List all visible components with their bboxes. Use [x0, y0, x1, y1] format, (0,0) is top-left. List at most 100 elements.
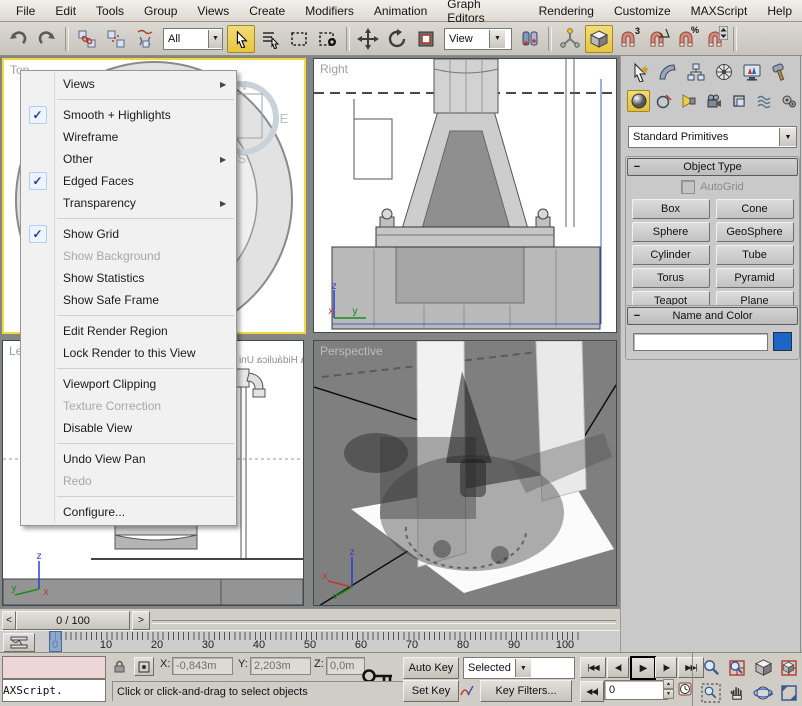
next-frame-button[interactable]: |▶: [655, 657, 677, 678]
maxscript-macro-recorder[interactable]: [2, 656, 106, 679]
time-slider-right-button[interactable]: >: [132, 611, 150, 630]
category-shapes-button[interactable]: [652, 90, 675, 112]
menu-item-edit-render-region[interactable]: Edit Render Region: [21, 320, 236, 342]
menu-item-undo-view-pan[interactable]: Undo View Pan: [21, 448, 236, 470]
use-pivot-point-center-button[interactable]: [516, 25, 544, 53]
select-and-move-button[interactable]: [354, 25, 382, 53]
cone-button[interactable]: Cone: [716, 199, 794, 219]
menu-item-configure[interactable]: Configure...: [21, 501, 236, 523]
category-geometry-button[interactable]: [627, 90, 650, 112]
selection-lock-toggle[interactable]: [112, 659, 127, 674]
menu-item-lock-render[interactable]: Lock Render to this View: [21, 342, 236, 364]
select-and-link-button[interactable]: [73, 25, 101, 53]
name-color-rollout-header[interactable]: − Name and Color: [627, 307, 798, 325]
primitive-category-dropdown[interactable]: Standard Primitives ▼: [628, 126, 797, 148]
sphere-button[interactable]: Sphere: [632, 222, 710, 242]
object-type-rollout-header[interactable]: − Object Type: [627, 158, 798, 176]
bind-to-space-warp-button[interactable]: [131, 25, 159, 53]
key-mode-toggle-button[interactable]: ◀◀|: [580, 681, 604, 702]
viewport-perspective[interactable]: Perspective z x y: [313, 340, 617, 606]
track-bar[interactable]: 0 10 20 30 40 50 60 70 80 90 100: [0, 630, 620, 653]
redo-button[interactable]: [33, 25, 61, 53]
auto-key-button[interactable]: Auto Key: [403, 657, 459, 679]
zoom-extents-button[interactable]: [751, 656, 775, 679]
go-to-start-button[interactable]: |◀◀: [580, 657, 606, 678]
menu-create[interactable]: Create: [239, 1, 295, 21]
tab-motion[interactable]: [711, 60, 736, 84]
object-color-swatch[interactable]: [773, 332, 792, 351]
tab-modify[interactable]: [655, 60, 680, 84]
percent-snap-toggle-button[interactable]: %: [672, 25, 700, 53]
open-mini-curve-editor-button[interactable]: [3, 633, 35, 652]
zoom-extents-all-button[interactable]: [777, 656, 801, 679]
selection-set-dropdown[interactable]: Selected ▼: [463, 657, 575, 679]
previous-frame-button[interactable]: ◀|: [607, 657, 629, 678]
cylinder-button[interactable]: Cylinder: [632, 245, 710, 265]
menu-group[interactable]: Group: [134, 1, 187, 21]
category-helpers-button[interactable]: [727, 90, 750, 112]
viewport-right[interactable]: Right z x y: [313, 58, 617, 333]
time-slider-groove[interactable]: [152, 620, 616, 624]
object-name-input[interactable]: [633, 333, 768, 351]
category-space-warps-button[interactable]: [752, 90, 775, 112]
tab-display[interactable]: [739, 60, 764, 84]
menu-item-viewport-clipping[interactable]: Viewport Clipping: [21, 373, 236, 395]
pyramid-button[interactable]: Pyramid: [716, 268, 794, 288]
menu-item-show-statistics[interactable]: Show Statistics: [21, 267, 236, 289]
menu-maxscript[interactable]: MAXScript: [681, 1, 758, 21]
menu-modifiers[interactable]: Modifiers: [295, 1, 364, 21]
window-crossing-toggle-button[interactable]: [314, 25, 342, 53]
spinner-down-icon[interactable]: ▼: [663, 689, 674, 699]
reference-coordinate-dropdown[interactable]: View ▼: [444, 28, 512, 50]
menu-item-other[interactable]: Other▶: [21, 148, 236, 170]
absolute-mode-transform-toggle[interactable]: [134, 657, 154, 676]
y-coordinate-field[interactable]: 2,203m: [250, 657, 311, 675]
snaps-toggle-3d-button[interactable]: 3: [614, 25, 642, 53]
undo-button[interactable]: [4, 25, 32, 53]
maximize-viewport-toggle-button[interactable]: [777, 681, 801, 704]
snaps-toggle-button[interactable]: [585, 25, 613, 53]
time-slider-left-button[interactable]: <: [2, 611, 16, 630]
unlink-selection-button[interactable]: [102, 25, 130, 53]
geosphere-button[interactable]: GeoSphere: [716, 222, 794, 242]
select-and-rotate-button[interactable]: [383, 25, 411, 53]
tube-button[interactable]: Tube: [716, 245, 794, 265]
zoom-button[interactable]: [699, 656, 723, 679]
menu-item-wireframe[interactable]: Wireframe: [21, 126, 236, 148]
select-and-scale-button[interactable]: [412, 25, 440, 53]
tab-create[interactable]: [627, 60, 652, 84]
menu-item-smooth-highlights[interactable]: ✓Smooth + Highlights: [21, 104, 236, 126]
select-and-manipulate-button[interactable]: [556, 25, 584, 53]
category-lights-button[interactable]: [677, 90, 700, 112]
current-frame-field[interactable]: 0: [604, 680, 668, 700]
viewport-perspective-label[interactable]: Perspective: [320, 344, 383, 358]
menu-item-transparency[interactable]: Transparency▶: [21, 192, 236, 214]
tab-hierarchy[interactable]: [683, 60, 708, 84]
viewport-right-label[interactable]: Right: [320, 62, 348, 76]
time-slider[interactable]: 0 / 100: [16, 611, 130, 630]
track-bar-frame-handle[interactable]: [49, 631, 62, 652]
menu-item-show-grid[interactable]: ✓Show Grid: [21, 223, 236, 245]
category-systems-button[interactable]: [777, 90, 800, 112]
key-filters-button[interactable]: Key Filters...: [480, 680, 572, 702]
region-zoom-button[interactable]: [699, 681, 723, 704]
torus-button[interactable]: Torus: [632, 268, 710, 288]
menu-item-edged-faces[interactable]: ✓Edged Faces: [21, 170, 236, 192]
menu-item-views[interactable]: Views▶: [21, 73, 236, 95]
set-key-button[interactable]: Set Key: [403, 680, 459, 702]
menu-item-show-safe-frame[interactable]: Show Safe Frame: [21, 289, 236, 311]
select-object-button[interactable]: [227, 25, 255, 53]
menu-tools[interactable]: Tools: [86, 1, 134, 21]
tab-utilities[interactable]: [767, 60, 792, 84]
spinner-snap-toggle-button[interactable]: [701, 25, 729, 53]
selection-filter-dropdown[interactable]: All ▼: [163, 28, 223, 50]
z-coordinate-field[interactable]: 0,0m: [326, 657, 365, 675]
new-key-default-in-out-button[interactable]: [460, 682, 477, 698]
zoom-all-button[interactable]: [725, 656, 749, 679]
spinner-up-icon[interactable]: ▲: [663, 679, 674, 689]
orbit-button[interactable]: [751, 681, 775, 704]
menu-views[interactable]: Views: [187, 1, 239, 21]
play-button[interactable]: ▶: [630, 656, 656, 680]
angle-snap-toggle-button[interactable]: [643, 25, 671, 53]
pan-button[interactable]: [725, 681, 749, 704]
